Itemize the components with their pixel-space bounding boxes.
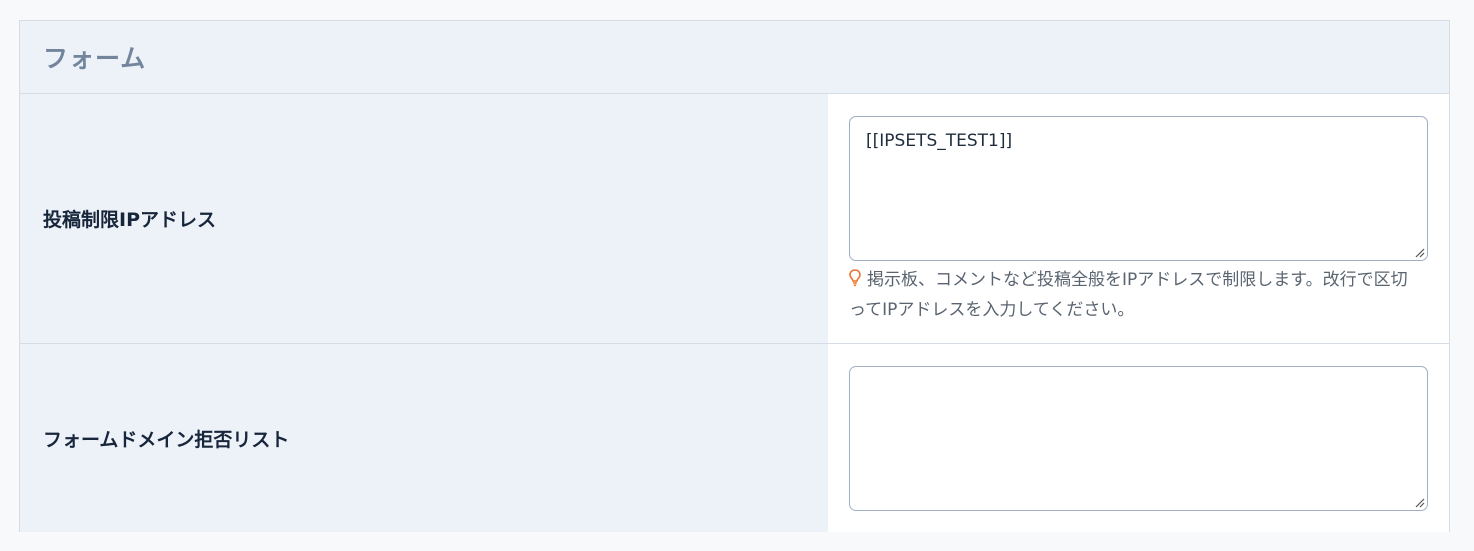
ip-restriction-value: [[IPSETS_TEST1]] xyxy=(866,131,1013,151)
setting-field-domain-blocklist xyxy=(828,344,1449,532)
setting-label-ip-restriction: 投稿制限IPアドレス xyxy=(20,94,828,343)
resize-handle-icon[interactable] xyxy=(1413,246,1425,258)
ip-restriction-hint: 掲示板、コメントなど投稿全般をIPアドレスで制限します。改行で区切ってIPアドレ… xyxy=(849,265,1419,325)
form-settings-panel: フォーム 投稿制限IPアドレス [[IPSETS_TEST1]] 掲示板、コメン… xyxy=(19,20,1450,532)
setting-row-domain-blocklist: フォームドメイン拒否リスト xyxy=(20,344,1449,532)
setting-label-domain-blocklist: フォームドメイン拒否リスト xyxy=(20,344,828,532)
resize-handle-icon[interactable] xyxy=(1413,496,1425,508)
lightbulb-icon xyxy=(849,269,861,287)
ip-restriction-textarea[interactable]: [[IPSETS_TEST1]] xyxy=(849,116,1428,261)
panel-title: フォーム xyxy=(43,44,147,73)
setting-row-ip-restriction: 投稿制限IPアドレス [[IPSETS_TEST1]] 掲示板、コメントなど投稿… xyxy=(20,94,1449,344)
setting-field-ip-restriction: [[IPSETS_TEST1]] 掲示板、コメントなど投稿全般をIPアドレスで制… xyxy=(828,94,1449,343)
panel-header: フォーム xyxy=(20,21,1449,94)
ip-restriction-hint-text: 掲示板、コメントなど投稿全般をIPアドレスで制限します。改行で区切ってIPアドレ… xyxy=(849,270,1408,320)
domain-blocklist-textarea[interactable] xyxy=(849,366,1428,511)
